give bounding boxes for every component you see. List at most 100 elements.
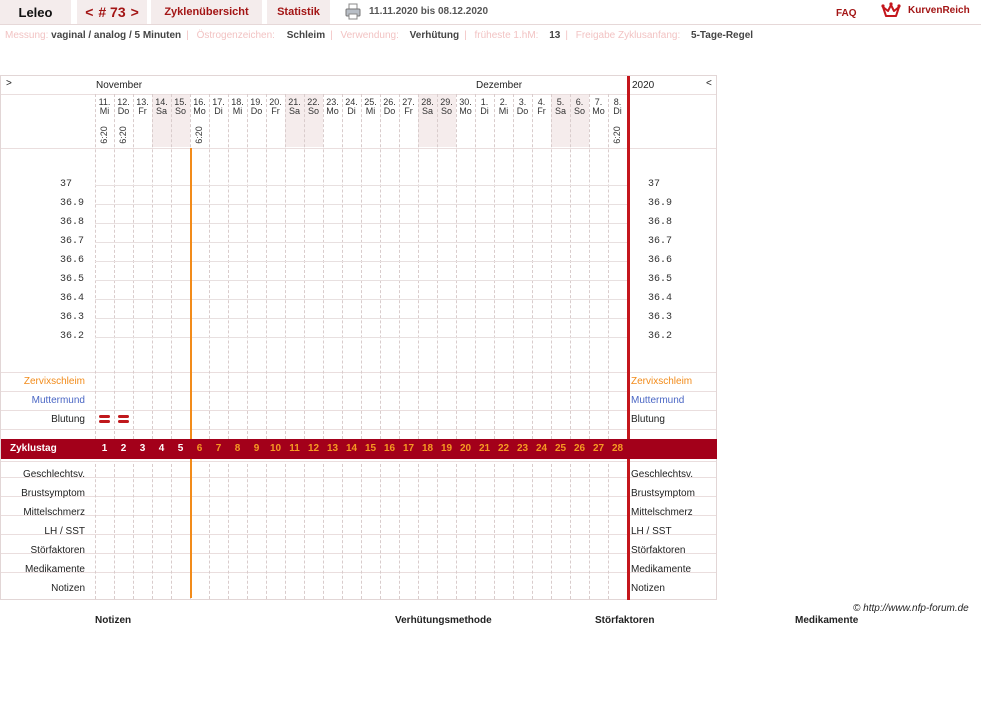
day-divider <box>399 94 400 439</box>
day-divider <box>247 464 248 599</box>
brand-link[interactable]: KurvenReich <box>908 5 970 16</box>
day-divider <box>133 94 134 439</box>
row-label-medikamente[interactable]: Medikamente <box>25 564 85 575</box>
cycle-day-number[interactable]: 14 <box>342 443 361 454</box>
row-label-brustsymptom[interactable]: Brustsymptom <box>21 488 85 499</box>
month-december: Dezember <box>476 80 523 91</box>
row-label-right: Brustsymptom <box>631 488 695 499</box>
temp-gridline <box>95 337 627 338</box>
day-divider <box>551 464 552 599</box>
cycle-day-number[interactable]: 28 <box>608 443 627 454</box>
cycle-day-number[interactable]: 27 <box>589 443 608 454</box>
measure-value: vaginal / analog / 5 Minuten <box>51 30 182 41</box>
crown-logo-icon[interactable] <box>881 2 901 19</box>
bleeding-marker <box>99 420 110 423</box>
row-label-zervixschleim[interactable]: Zervixschleim <box>24 376 85 387</box>
cycle-day-label: Zyklustag <box>10 443 57 454</box>
nav-right-button[interactable]: < <box>706 78 712 89</box>
day-weekday: Mi <box>498 106 509 116</box>
cycle-day-number[interactable]: 5 <box>171 443 190 454</box>
next-cycle-button[interactable]: > <box>131 4 139 20</box>
cycle-day-number[interactable]: 2 <box>114 443 133 454</box>
cycle-day-number[interactable]: 8 <box>228 443 247 454</box>
faq-link[interactable]: FAQ <box>836 8 857 19</box>
copyright: © http://www.nfp-forum.de <box>853 603 969 614</box>
user-name[interactable]: Leleo <box>0 0 71 24</box>
day-divider <box>513 94 514 439</box>
day-divider <box>532 464 533 599</box>
temp-label-right: 36.4 <box>648 293 673 304</box>
cycle-marker-line <box>190 148 192 598</box>
prev-cycle-button[interactable]: < <box>85 4 93 20</box>
cycle-day-number[interactable]: 15 <box>361 443 380 454</box>
release-label: Freigabe Zyklusanfang: <box>575 30 681 41</box>
cycle-day-number[interactable]: 10 <box>266 443 285 454</box>
day-divider <box>570 464 571 599</box>
temp-label-left: 36.8 <box>60 217 85 228</box>
day-weekday: So <box>307 106 319 116</box>
row-label-right: Mittelschmerz <box>631 507 693 518</box>
cycle-day-number[interactable]: 12 <box>304 443 323 454</box>
cycle-day-number[interactable]: 21 <box>475 443 494 454</box>
cycle-day-number[interactable]: 1 <box>95 443 114 454</box>
day-weekday: Sa <box>288 106 300 116</box>
temp-label-right: 37 <box>648 179 661 190</box>
cycle-day-number[interactable]: 4 <box>152 443 171 454</box>
day-divider <box>228 464 229 599</box>
earliest-value: 13 <box>549 30 561 41</box>
nav-left-button[interactable]: > <box>6 78 12 89</box>
temp-gridline <box>95 223 627 224</box>
day-divider <box>285 94 286 439</box>
day-weekday: Fr <box>138 106 147 116</box>
cycle-day-number[interactable]: 19 <box>437 443 456 454</box>
row-label-notizen[interactable]: Notizen <box>51 583 85 594</box>
cycle-day-number[interactable]: 22 <box>494 443 513 454</box>
row-label-muttermund[interactable]: Muttermund <box>32 395 85 406</box>
cycle-day-number[interactable]: 26 <box>570 443 589 454</box>
cycle-day-number[interactable]: 23 <box>513 443 532 454</box>
cycle-day-number[interactable]: 6 <box>190 443 209 454</box>
cycle-day-number[interactable]: 11 <box>285 443 304 454</box>
cycle-chart: > November Dezember 2020 < 11. Mi 6:20 12. D… <box>0 75 717 600</box>
day-divider <box>532 94 533 439</box>
tab-cycle-overview[interactable]: Zyklenübersicht <box>151 0 262 24</box>
temp-label-left: 36.2 <box>60 331 85 342</box>
cycle-day-number[interactable]: 25 <box>551 443 570 454</box>
day-divider <box>95 94 96 439</box>
tab-statistics[interactable]: Statistik <box>267 0 330 24</box>
day-divider <box>171 94 172 439</box>
printer-icon[interactable] <box>345 3 361 20</box>
cycle-day-number[interactable]: 13 <box>323 443 342 454</box>
estrogen-value: Schleim <box>286 30 326 41</box>
month-november: November <box>96 80 143 91</box>
row-label-störfaktoren[interactable]: Störfaktoren <box>31 545 85 556</box>
cycle-day-number[interactable]: 7 <box>209 443 228 454</box>
cycle-day-number[interactable]: 16 <box>380 443 399 454</box>
day-divider <box>418 94 419 439</box>
bleeding-marker <box>118 420 129 423</box>
day-weekday: Fr <box>404 106 413 116</box>
row-label-geschlechtsv-[interactable]: Geschlechtsv. <box>23 469 85 480</box>
footer-method: Verhütungsmethode <box>395 615 492 626</box>
row-label-muttermund-right: Muttermund <box>631 395 685 406</box>
row-label-blutung[interactable]: Blutung <box>51 414 85 425</box>
day-divider <box>247 94 248 439</box>
cycle-day-number[interactable]: 24 <box>532 443 551 454</box>
measure-time: 6:20 <box>194 126 204 144</box>
temp-label-left: 37 <box>60 179 73 190</box>
row-label-lh-sst[interactable]: LH / SST <box>44 526 85 537</box>
day-divider <box>266 464 267 599</box>
row-label-blutung-right: Blutung <box>631 414 665 425</box>
day-divider <box>513 464 514 599</box>
row-label-mittelschmerz[interactable]: Mittelschmerz <box>23 507 85 518</box>
cycle-day-number[interactable]: 17 <box>399 443 418 454</box>
cycle-day-number[interactable]: 20 <box>456 443 475 454</box>
day-divider <box>266 94 267 439</box>
temp-label-left: 36.7 <box>60 236 85 247</box>
earliest-label: früheste 1.hM: <box>474 30 539 41</box>
cycle-day-number[interactable]: 18 <box>418 443 437 454</box>
day-divider <box>152 94 153 439</box>
day-weekday: Sa <box>421 106 433 116</box>
cycle-day-number[interactable]: 3 <box>133 443 152 454</box>
cycle-day-number[interactable]: 9 <box>247 443 266 454</box>
